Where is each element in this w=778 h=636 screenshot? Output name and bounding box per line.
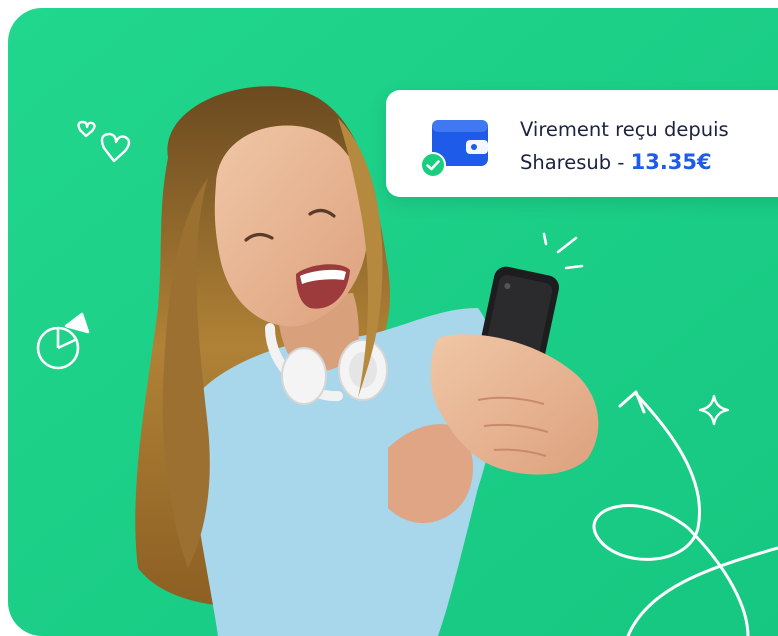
notification-line-1: Virement reçu depuis xyxy=(520,118,729,141)
check-circle-icon xyxy=(420,152,446,178)
hero-card: Virement reçu depuis Sharesub - 13.35€ xyxy=(8,8,778,636)
notification-amount: 13.35€ xyxy=(630,150,712,174)
notification-line-2: Sharesub - 13.35€ xyxy=(520,146,729,179)
notification-text: Virement reçu depuis Sharesub - 13.35€ xyxy=(520,113,729,179)
payment-notification: Virement reçu depuis Sharesub - 13.35€ xyxy=(386,90,778,197)
notification-sender: Sharesub - xyxy=(520,151,631,174)
